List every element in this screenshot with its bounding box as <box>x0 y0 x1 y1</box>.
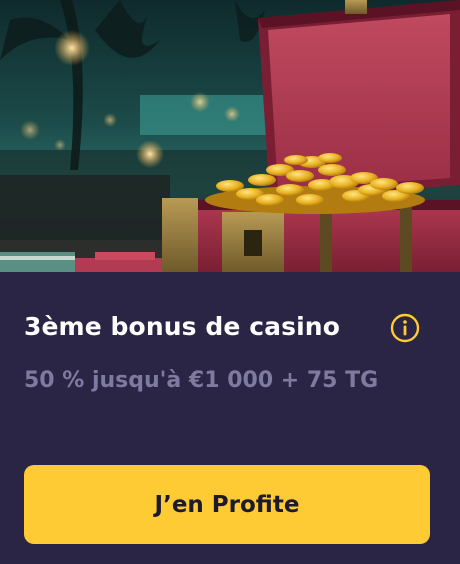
info-icon[interactable] <box>390 313 420 343</box>
bonus-offer: 50 % jusqu'à €1 000 + 75 TG <box>24 368 379 393</box>
claim-bonus-button[interactable]: J’en Profite <box>24 465 430 544</box>
bonus-card: 3ème bonus de casino 50 % jusqu'à €1 000… <box>0 0 460 564</box>
bonus-title: 3ème bonus de casino <box>24 312 340 341</box>
hero-image <box>0 0 460 272</box>
